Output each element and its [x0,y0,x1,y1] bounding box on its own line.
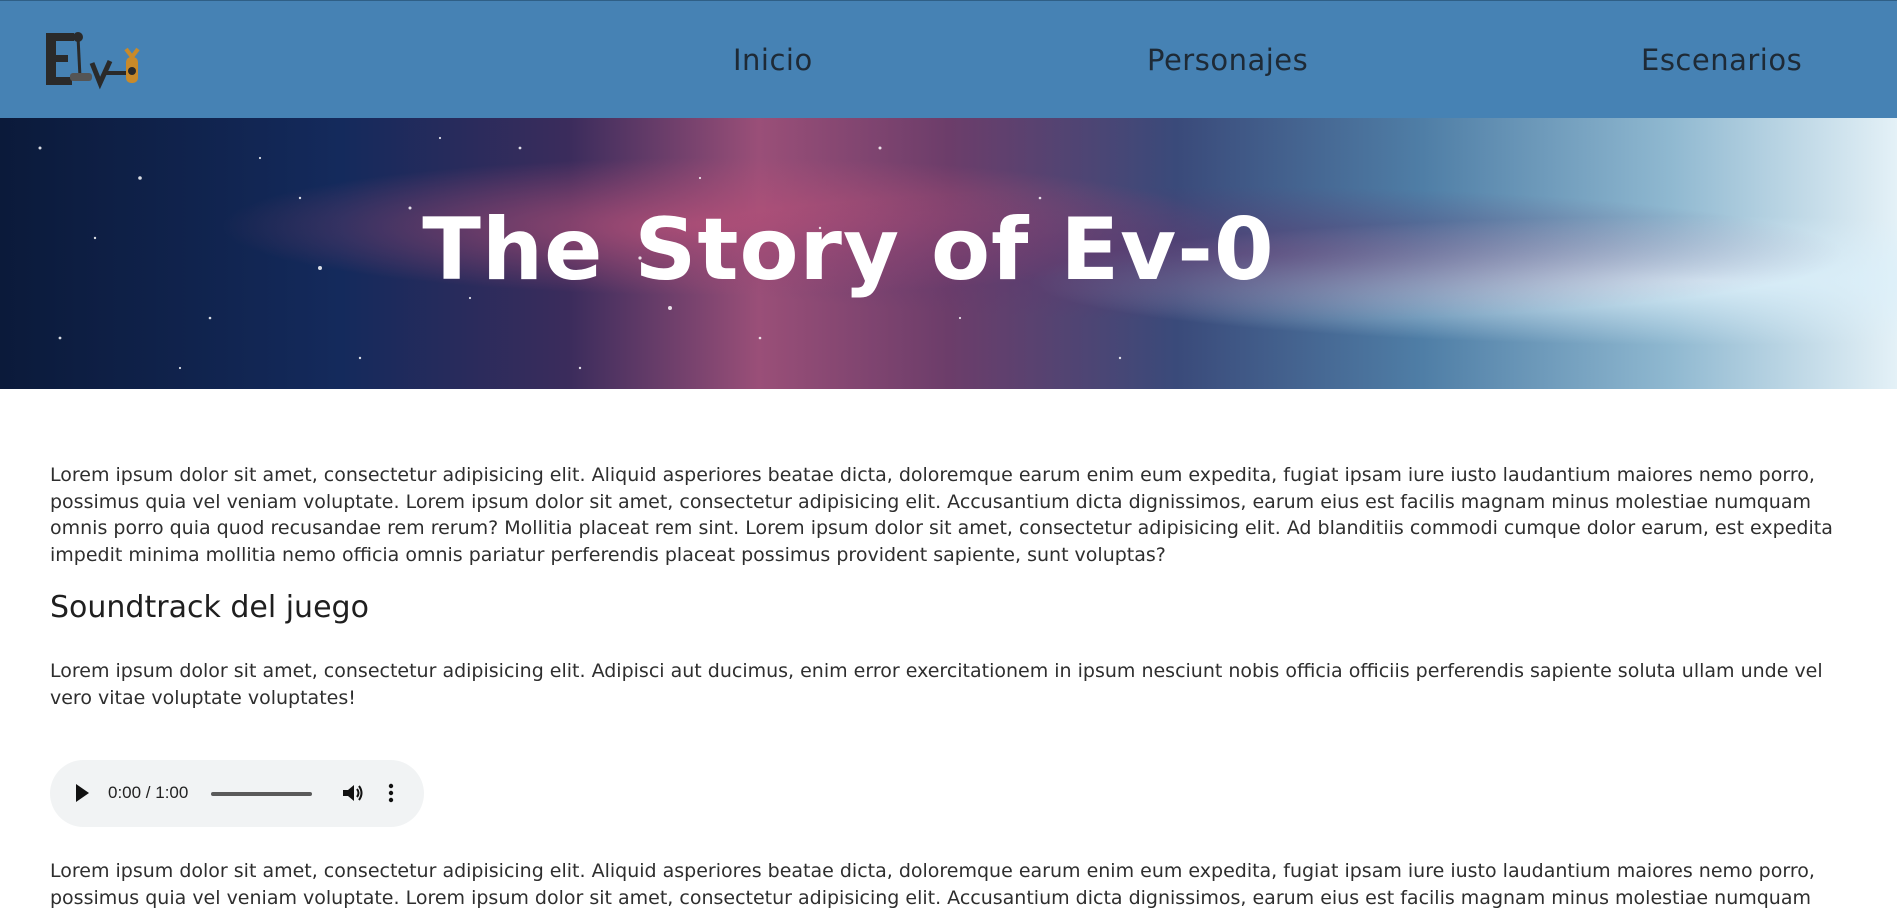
ev0-logo[interactable] [40,27,144,93]
nav-link-inicio[interactable]: Inicio [733,43,813,77]
hero-banner: The Story of Ev-0 [0,118,1897,389]
audio-time-display: 0:00 / 1:00 [108,783,189,802]
soundtrack-paragraph: Lorem ipsum dolor sit amet, consectetur … [50,660,1823,709]
audio-progress-slider[interactable] [211,792,312,796]
nav-link-personajes[interactable]: Personajes [1147,43,1308,77]
audio-player[interactable]: 0:00 / 1:00 [50,760,424,827]
soundtrack-heading: Soundtrack del juego [50,590,369,625]
closing-paragraph: Lorem ipsum dolor sit amet, consectetur … [50,860,1815,909]
page-title: The Story of Ev-0 [422,200,1275,300]
intro-paragraph: Lorem ipsum dolor sit amet, consectetur … [50,464,1833,566]
play-icon[interactable] [76,784,89,802]
nav-link-escenarios[interactable]: Escenarios [1641,43,1802,77]
volume-icon[interactable] [340,782,364,804]
navbar: Inicio Personajes Escenarios [0,0,1897,118]
more-options-icon[interactable] [386,782,396,804]
